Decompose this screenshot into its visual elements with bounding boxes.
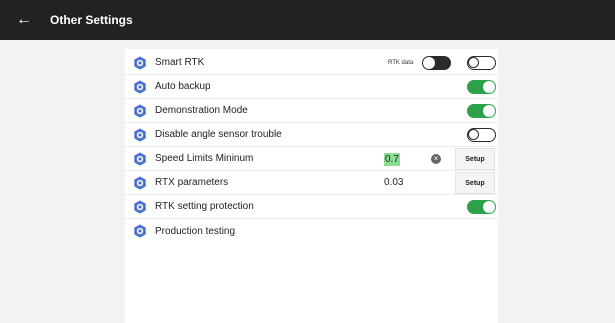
gear-icon — [134, 104, 146, 118]
speed-limits-setup-button[interactable]: Setup — [455, 148, 495, 170]
row-label: Speed Limits Mininum — [155, 153, 254, 164]
settings-row-disable-angle-sensor: Disable angle sensor trouble — [125, 123, 498, 147]
title-bar: ← Other Settings — [0, 0, 615, 40]
smart-rtk-toggle[interactable] — [467, 56, 496, 70]
auto-backup-toggle[interactable] — [467, 80, 496, 94]
row-label: Smart RTK — [155, 57, 205, 68]
row-label: Demonstration Mode — [155, 105, 248, 116]
rtk-data-label: RTK data — [388, 60, 414, 66]
disable-angle-sensor-toggle[interactable] — [467, 128, 496, 142]
gear-icon — [134, 200, 146, 214]
rtx-parameters-setup-button[interactable]: Setup — [455, 172, 495, 194]
row-label: Production testing — [155, 225, 236, 237]
gear-icon — [134, 56, 146, 70]
gear-icon — [134, 80, 146, 94]
settings-row-speed-limits: Speed Limits Mininum 0.7 × Setup — [125, 147, 498, 171]
demonstration-mode-toggle[interactable] — [467, 104, 496, 118]
settings-row-rtk-setting-protection: RTK setting protection — [125, 195, 498, 219]
clear-input-icon[interactable]: × — [431, 154, 441, 164]
back-arrow-icon[interactable]: ← — [16, 12, 36, 28]
rtk-data-toggle[interactable] — [422, 56, 451, 70]
rtx-parameters-value[interactable]: 0.03 — [384, 177, 403, 188]
speed-limit-input[interactable]: 0.7 — [384, 153, 400, 166]
page-title: Other Settings — [50, 13, 133, 27]
gear-icon — [134, 152, 146, 166]
settings-row-demonstration-mode: Demonstration Mode — [125, 99, 498, 123]
settings-row-smart-rtk: Smart RTK RTK data — [125, 51, 498, 75]
gear-icon — [134, 176, 146, 190]
row-label: Auto backup — [155, 81, 211, 92]
row-label: Disable angle sensor trouble — [155, 129, 282, 140]
row-label: RTX parameters — [155, 177, 229, 188]
settings-row-rtx-parameters: RTX parameters 0.03 Setup — [125, 171, 498, 195]
rtk-setting-protection-toggle[interactable] — [467, 200, 496, 214]
row-label: RTK setting protection — [155, 201, 254, 212]
gear-icon — [134, 224, 146, 238]
gear-icon — [134, 128, 146, 142]
settings-row-auto-backup: Auto backup — [125, 75, 498, 99]
settings-row-production-testing[interactable]: Production testing — [125, 219, 498, 243]
settings-panel: Smart RTK RTK data Auto backup Demonstra… — [125, 49, 498, 323]
